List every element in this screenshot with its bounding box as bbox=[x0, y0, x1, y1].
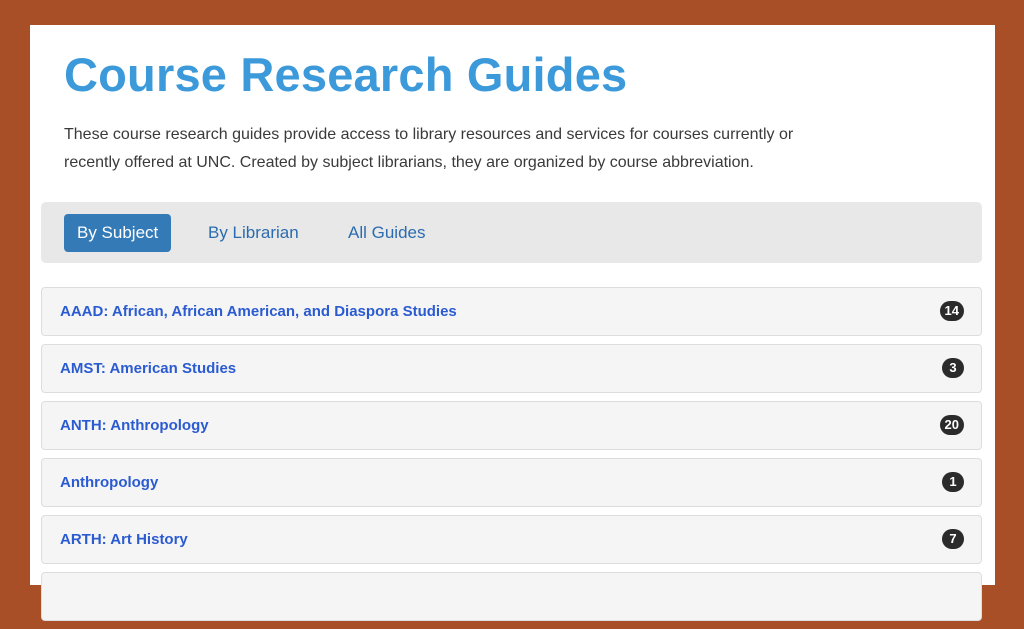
guide-count-badge: 3 bbox=[942, 358, 964, 378]
guide-tab-bar: By Subject By Librarian All Guides bbox=[41, 202, 982, 263]
tab-all-guides[interactable]: All Guides bbox=[335, 214, 438, 252]
page-description: These course research guides provide acc… bbox=[64, 126, 794, 171]
subject-link[interactable]: AAAD: African, African American, and Dia… bbox=[60, 288, 457, 335]
guide-count-badge: 1 bbox=[942, 472, 964, 492]
subject-link[interactable]: ARTH: Art History bbox=[60, 516, 188, 563]
subject-link[interactable]: AMST: American Studies bbox=[60, 345, 236, 392]
guide-count-badge: 14 bbox=[939, 301, 964, 321]
tab-by-subject[interactable]: By Subject bbox=[64, 214, 172, 252]
tab-by-librarian[interactable]: By Librarian bbox=[195, 214, 312, 252]
page-title: Course Research Guides bbox=[64, 48, 628, 101]
subject-link[interactable]: Anthropology bbox=[60, 459, 158, 506]
subject-row-arth[interactable]: ARTH: Art History 7 bbox=[41, 515, 982, 564]
subject-row-partial[interactable] bbox=[41, 572, 982, 621]
subject-link[interactable]: ANTH: Anthropology bbox=[60, 402, 209, 449]
subject-row-aaad[interactable]: AAAD: African, African American, and Dia… bbox=[41, 287, 982, 336]
subject-row-anthropology[interactable]: Anthropology 1 bbox=[41, 458, 982, 507]
subject-list: AAAD: African, African American, and Dia… bbox=[41, 287, 982, 629]
subject-row-amst[interactable]: AMST: American Studies 3 bbox=[41, 344, 982, 393]
content-panel: Course Research Guides These course rese… bbox=[30, 25, 995, 621]
subject-row-anth[interactable]: ANTH: Anthropology 20 bbox=[41, 401, 982, 450]
guide-count-badge: 7 bbox=[942, 529, 964, 549]
guide-count-badge: 20 bbox=[939, 415, 964, 435]
